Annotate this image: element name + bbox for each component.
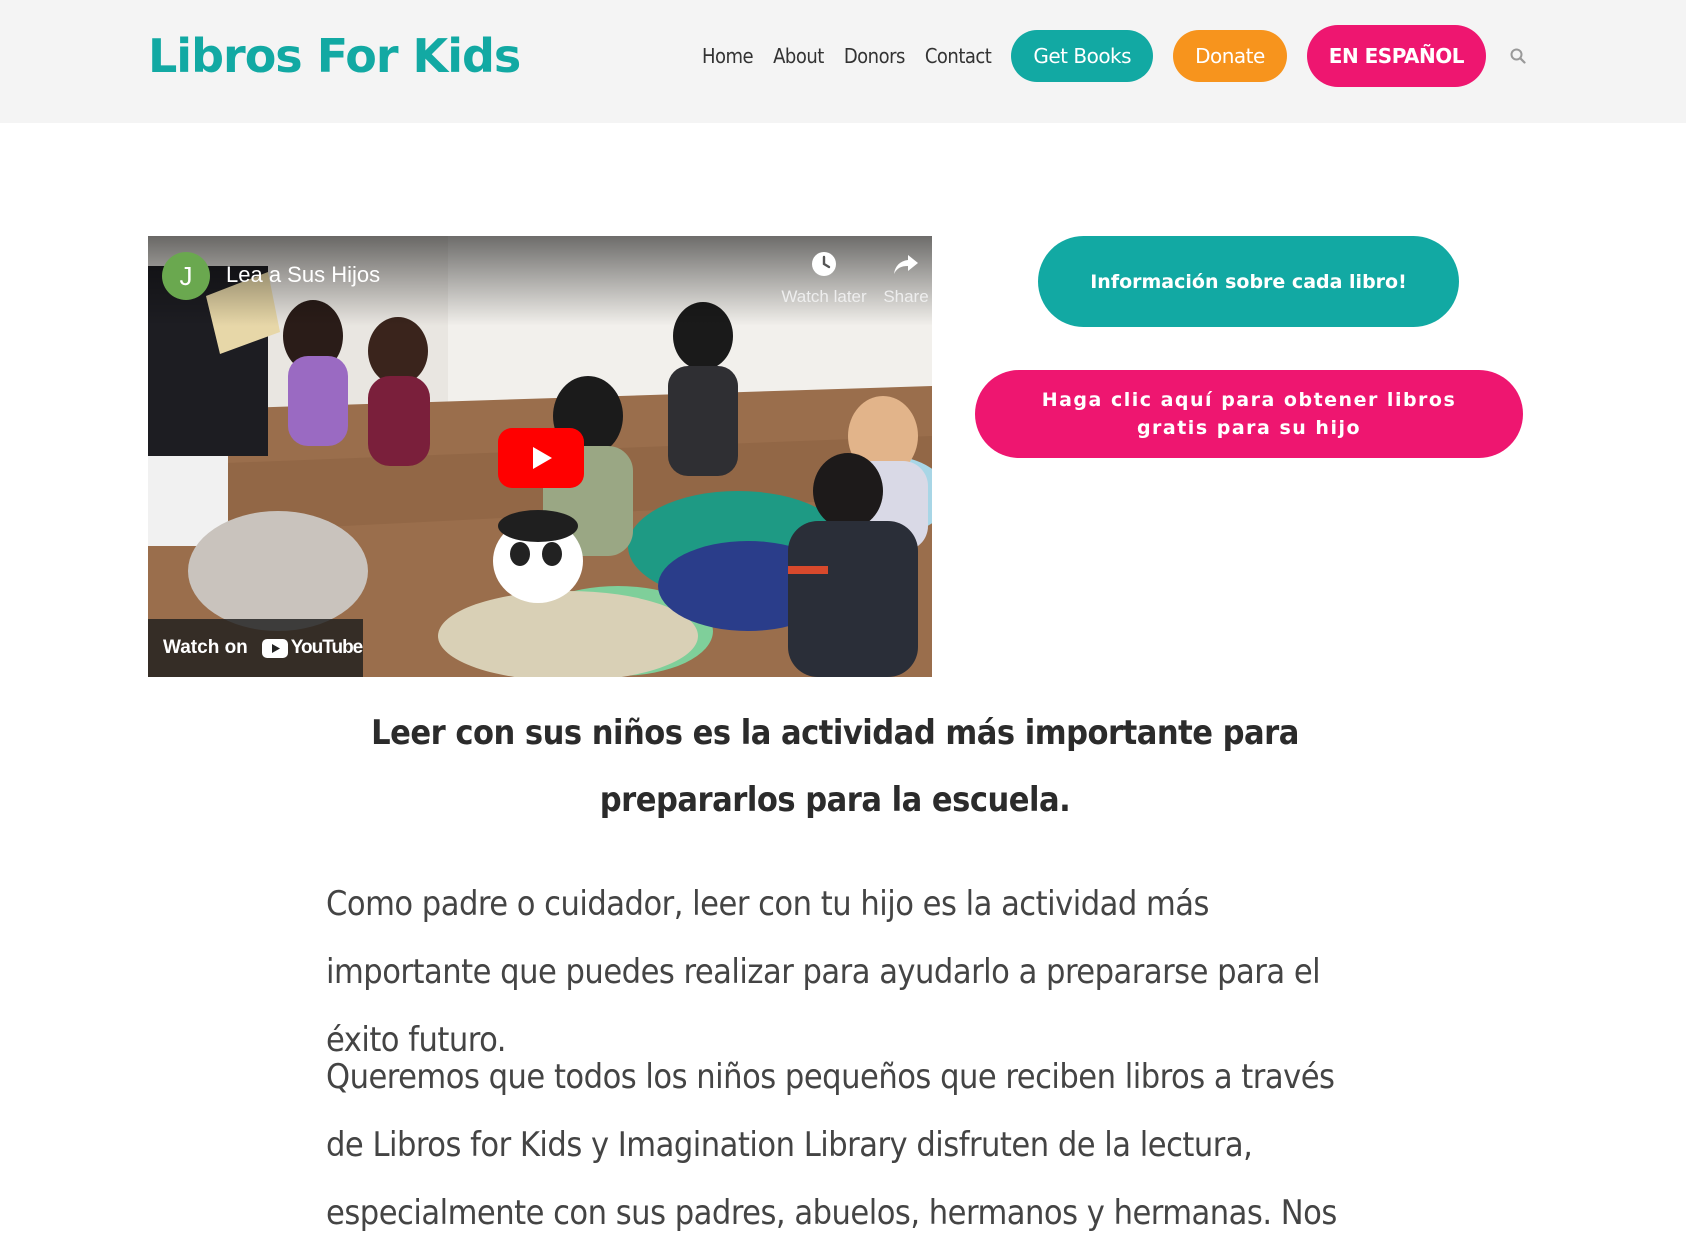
mission-paragraph: Queremos que todos los niños pequeños qu…: [326, 1057, 1337, 1233]
donate-button[interactable]: Donate: [1173, 29, 1287, 82]
site-header: Libros For Kids Home About Donors Contac…: [0, 0, 1686, 123]
share-button[interactable]: Share: [858, 250, 932, 307]
youtube-logo: YouTube: [261, 637, 363, 659]
free-books-button[interactable]: Haga clic aquí para obtener libros grati…: [975, 370, 1523, 458]
site-logo[interactable]: Libros For Kids: [148, 26, 521, 86]
play-icon: [533, 447, 552, 469]
book-info-button[interactable]: Información sobre cada libro!: [1038, 236, 1459, 327]
main-nav: Home About Donors Contact Get Books Dona…: [702, 24, 1526, 87]
nav-about[interactable]: About: [773, 44, 824, 68]
video-embed[interactable]: J Lea a Sus Hijos Watch later Share Watc…: [148, 236, 932, 677]
nav-donors[interactable]: Donors: [844, 44, 906, 68]
nav-contact[interactable]: Contact: [925, 44, 992, 68]
watch-later-label: Watch later: [781, 287, 867, 306]
search-icon[interactable]: [1510, 48, 1526, 64]
youtube-wordmark: YouTube: [290, 637, 363, 658]
watch-on-youtube-button[interactable]: Watch on YouTube: [148, 619, 363, 677]
play-button[interactable]: [498, 428, 584, 488]
youtube-icon: [261, 638, 288, 658]
page-headline: Leer con sus niños es la actividad más i…: [371, 713, 1299, 820]
en-espanol-button[interactable]: EN ESPAÑOL: [1306, 24, 1486, 87]
share-label: Share: [883, 287, 929, 306]
share-icon: [858, 250, 932, 283]
get-books-button[interactable]: Get Books: [1011, 29, 1154, 82]
nav-home[interactable]: Home: [702, 44, 754, 68]
watch-on-label: Watch on: [163, 637, 248, 658]
channel-avatar[interactable]: J: [162, 252, 210, 300]
video-title[interactable]: Lea a Sus Hijos: [226, 262, 380, 288]
